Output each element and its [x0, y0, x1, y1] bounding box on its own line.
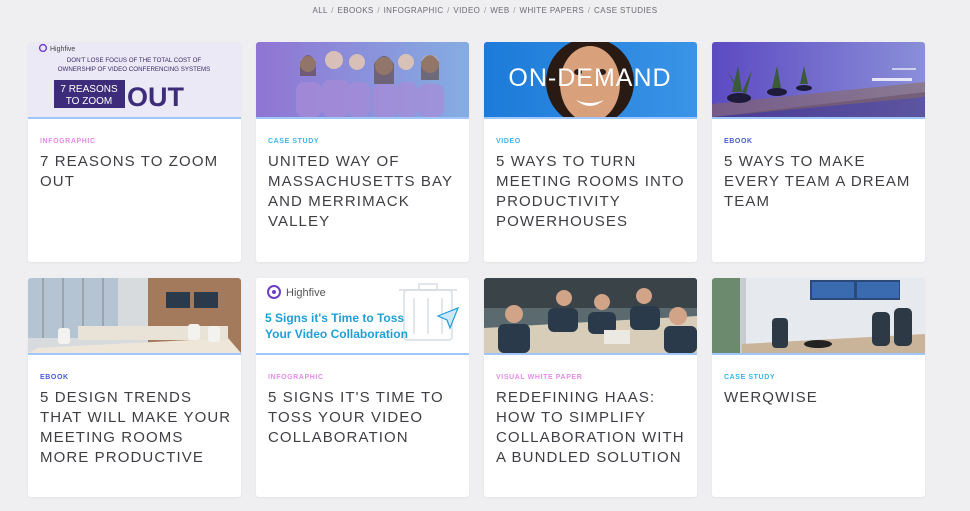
accent-line: [28, 353, 241, 355]
card-thumbnail[interactable]: Highfive 5 Signs it's Time to Toss Your …: [256, 278, 469, 353]
resource-card-redefining-haas[interactable]: VISUAL WHITE PAPER REDEFINING HAAS: HOW …: [484, 278, 697, 497]
filter-white-papers[interactable]: WHITE PAPERS: [520, 6, 585, 15]
resource-card-united-way[interactable]: CASE STUDY UNITED WAY OF MASSACHUSETTS B…: [256, 42, 469, 262]
accent-line: [484, 117, 697, 119]
card-type-label: EBOOK: [724, 138, 753, 145]
card-type-label: CASE STUDY: [724, 374, 776, 381]
highfive-logo-text: Highfive: [50, 46, 75, 53]
card-thumbnail[interactable]: [712, 42, 925, 117]
resource-card-dream-team[interactable]: EBOOK 5 WAYS TO MAKE EVERY TEAM A DREAM …: [712, 42, 925, 262]
card-thumbnail[interactable]: ON-DEMAND: [484, 42, 697, 117]
resource-card-design-trends[interactable]: EBOOK 5 DESIGN TRENDS THAT WILL MAKE YOU…: [28, 278, 241, 497]
filter-separator: /: [447, 6, 453, 15]
card-thumbnail[interactable]: [484, 278, 697, 353]
accent-line: [28, 117, 241, 119]
accent-line: [712, 353, 925, 355]
card-title[interactable]: WERQWISE: [724, 388, 920, 408]
card-title[interactable]: 5 WAYS TO MAKE EVERY TEAM A DREAM TEAM: [724, 152, 920, 212]
card-type-label: INFOGRAPHIC: [40, 138, 96, 145]
card-type-label: VISUAL WHITE PAPER: [496, 374, 583, 381]
resource-card-5-signs[interactable]: Highfive 5 Signs it's Time to Toss Your …: [256, 278, 469, 497]
filter-case-studies[interactable]: CASE STUDIES: [594, 6, 657, 15]
thumb-big-word: OUT: [127, 82, 185, 112]
filter-separator: /: [377, 6, 383, 15]
filter-ebooks[interactable]: EBOOKS: [337, 6, 373, 15]
resource-card-werqwise[interactable]: CASE STUDY WERQWISE: [712, 278, 925, 497]
card-thumbnail[interactable]: Highfive DON'T LOSE FOCUS OF THE TOTAL C…: [28, 42, 241, 117]
card-thumbnail[interactable]: [28, 278, 241, 353]
filter-video[interactable]: VIDEO: [453, 6, 480, 15]
thumb-badge-line-1: 7 REASONS: [60, 84, 118, 95]
accent-line: [256, 117, 469, 119]
resource-card-5-ways-meeting-rooms[interactable]: ON-DEMAND VIDEO 5 WAYS TO TURN MEETING R…: [484, 42, 697, 262]
card-title[interactable]: 5 DESIGN TRENDS THAT WILL MAKE YOUR MEET…: [40, 388, 236, 468]
thumb-badge-line-2: TO ZOOM: [66, 96, 112, 107]
thumb-line-1: 5 Signs it's Time to Toss: [265, 311, 404, 325]
filter-separator: /: [513, 6, 519, 15]
content-filter-bar: ALL / EBOOKS / INFOGRAPHIC / VIDEO / WEB…: [0, 6, 970, 15]
filter-web[interactable]: WEB: [490, 6, 509, 15]
card-title[interactable]: 5 WAYS TO TURN MEETING ROOMS INTO PRODUC…: [496, 152, 692, 232]
card-title[interactable]: 7 REASONS TO ZOOM OUT: [40, 152, 236, 192]
filter-separator: /: [587, 6, 594, 15]
card-type-label: EBOOK: [40, 374, 69, 381]
filter-infographic[interactable]: INFOGRAPHIC: [384, 6, 444, 15]
filter-separator: /: [331, 6, 337, 15]
accent-line: [484, 353, 697, 355]
card-type-label: CASE STUDY: [268, 138, 320, 145]
accent-line: [256, 353, 469, 355]
card-thumbnail[interactable]: [712, 278, 925, 353]
filter-separator: /: [483, 6, 490, 15]
card-type-label: VIDEO: [496, 138, 521, 145]
card-type-label: INFOGRAPHIC: [268, 374, 324, 381]
on-demand-overlay-text: ON-DEMAND: [508, 64, 671, 92]
thumb-headline-line-1: DON'T LOSE FOCUS OF THE TOTAL COST OF: [67, 57, 202, 64]
thumb-headline-line-2: OWNERSHIP OF VIDEO CONFERENCING SYSTEMS: [58, 66, 211, 73]
thumb-line-2: Your Video Collaboration: [265, 327, 408, 341]
card-thumbnail[interactable]: [256, 42, 469, 117]
highfive-logo-text: Highfive: [286, 287, 326, 299]
resource-card-7-reasons[interactable]: Highfive DON'T LOSE FOCUS OF THE TOTAL C…: [28, 42, 241, 262]
card-title[interactable]: 5 SIGNS IT'S TIME TO TOSS YOUR VIDEO COL…: [268, 388, 464, 448]
card-title[interactable]: REDEFINING HAAS: HOW TO SIMPLIFY COLLABO…: [496, 388, 692, 468]
card-title[interactable]: UNITED WAY OF MASSACHUSETTS BAY AND MERR…: [268, 152, 464, 232]
accent-line: [712, 117, 925, 119]
filter-all[interactable]: ALL: [312, 6, 327, 15]
